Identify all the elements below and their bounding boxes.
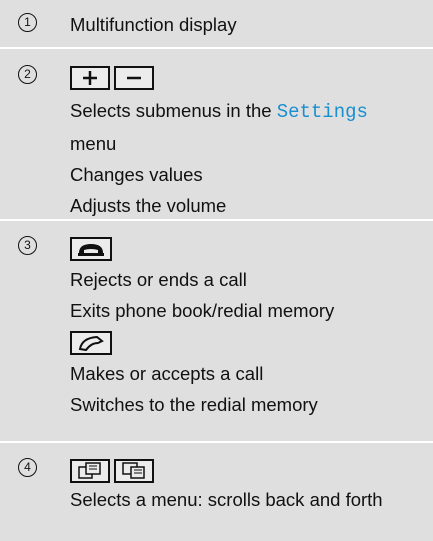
table-row: 2 Selects submenus in the Settings menu … [0, 49, 433, 221]
row-content: Selects a menu: scrolls back and forth [70, 454, 433, 541]
description-line: Adjusts the volume [70, 195, 227, 216]
row-number: 4 [0, 454, 70, 541]
page-forward-icon [122, 462, 145, 479]
description-line: Changes values [70, 164, 203, 185]
description-line: Selects submenus in the Settings [70, 100, 368, 123]
description-line: Exits phone book/redial memory [70, 300, 335, 321]
page-back-button[interactable] [70, 459, 110, 484]
table-row: 1 Multifunction display [0, 0, 433, 49]
row-number: 2 [0, 61, 70, 219]
minus-icon [127, 76, 141, 80]
description-line: Switches to the redial memory [70, 394, 318, 415]
row-content: Rejects or ends a call Exits phone book/… [70, 232, 433, 441]
plus-button[interactable] [70, 66, 110, 91]
accept-call-button[interactable] [70, 331, 112, 356]
description-line: Multifunction display [70, 14, 237, 35]
row-content: Multifunction display [70, 9, 433, 47]
table-row: 4 Selects a menu: scrolls back and forth [0, 443, 433, 541]
table-row: 3 Rejects or ends a call Exits phone boo… [0, 221, 433, 443]
minus-button[interactable] [114, 66, 154, 91]
page-forward-button[interactable] [114, 459, 154, 484]
description-line: Makes or accepts a call [70, 363, 264, 384]
description-line: Rejects or ends a call [70, 269, 247, 290]
description-line: menu [70, 133, 117, 154]
settings-keyword: Settings [276, 101, 368, 123]
plus-icon [83, 71, 97, 86]
row-number: 1 [0, 9, 70, 47]
end-call-button[interactable] [70, 237, 112, 262]
row-content: Selects submenus in the Settings menu Ch… [70, 61, 433, 219]
controls-table: 1 Multifunction display 2 Selects submen… [0, 0, 433, 541]
page-back-icon [78, 462, 101, 479]
end-call-icon [78, 244, 104, 257]
row-number: 3 [0, 232, 70, 441]
accept-call-icon [78, 336, 104, 352]
description-line: Selects a menu: scrolls back and forth [70, 489, 383, 510]
